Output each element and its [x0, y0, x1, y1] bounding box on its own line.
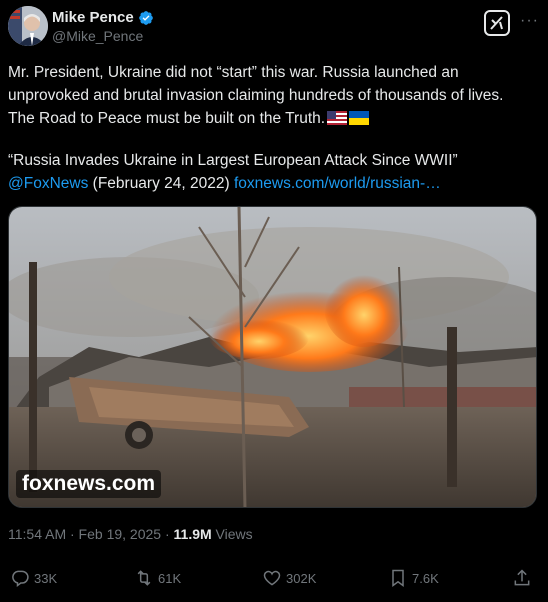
author-name[interactable]: Mike Pence: [52, 9, 134, 26]
verified-badge-icon: [138, 10, 153, 25]
source-handle-link[interactable]: @FoxNews: [8, 175, 88, 192]
us-flag-icon: [327, 111, 348, 125]
media-watermark: foxnews.com: [16, 470, 162, 498]
tweet-line: Mr. President, Ukraine did not “start” t…: [8, 64, 459, 81]
action-bar: 33K 61K 302K 7.6K: [8, 568, 540, 592]
article-link[interactable]: foxnews.com/world/russian-…: [234, 175, 441, 192]
burning-building-photo: [9, 207, 536, 507]
share-button[interactable]: [512, 568, 532, 588]
tweet-text: Mr. President, Ukraine did not “start” t…: [8, 61, 538, 130]
source-date: (February 24, 2022): [92, 175, 230, 192]
views-count: 11.9M: [173, 526, 212, 542]
avatar[interactable]: [8, 6, 48, 46]
reply-count: 33K: [34, 570, 58, 586]
bookmark-count: 7.6K: [412, 570, 439, 586]
source-line: @FoxNews (February 24, 2022) foxnews.com…: [8, 172, 538, 195]
share-icon: [514, 569, 530, 586]
quoted-headline: “Russia Invades Ukraine in Largest Europ…: [8, 149, 538, 195]
reply-icon: [12, 570, 29, 587]
timestamp[interactable]: 11:54 AM · Feb 19, 2025 ·: [8, 526, 174, 542]
tweet-line: The Road to Peace must be built on the T…: [8, 107, 538, 130]
grok-icon[interactable]: [484, 10, 510, 36]
repost-count: 61K: [158, 570, 182, 586]
tweet-header: Mike Pence @Mike_Pence ···: [8, 6, 540, 50]
views-label: Views: [211, 526, 253, 542]
tweet-line: unprovoked and brutal invasion claiming …: [8, 87, 504, 104]
like-button[interactable]: 302K: [262, 568, 316, 588]
like-icon: [263, 570, 281, 586]
reply-button[interactable]: 33K: [10, 568, 57, 588]
repost-button[interactable]: 61K: [134, 568, 181, 588]
like-count: 302K: [286, 570, 317, 586]
tweet-meta: 11:54 AM · Feb 19, 2025 · 11.9M Views: [8, 526, 253, 542]
bookmark-button[interactable]: 7.6K: [388, 568, 439, 588]
author-name-row: Mike Pence: [52, 9, 154, 26]
tweet-line-text: The Road to Peace must be built on the T…: [8, 110, 326, 127]
ukraine-flag-icon: [349, 111, 370, 125]
repost-icon: [137, 570, 151, 586]
media-image[interactable]: foxnews.com: [8, 206, 537, 508]
author-handle[interactable]: @Mike_Pence: [52, 28, 143, 44]
more-icon[interactable]: ···: [520, 12, 539, 30]
headline-text: “Russia Invades Ukraine in Largest Europ…: [8, 152, 458, 169]
bookmark-icon: [392, 569, 404, 587]
